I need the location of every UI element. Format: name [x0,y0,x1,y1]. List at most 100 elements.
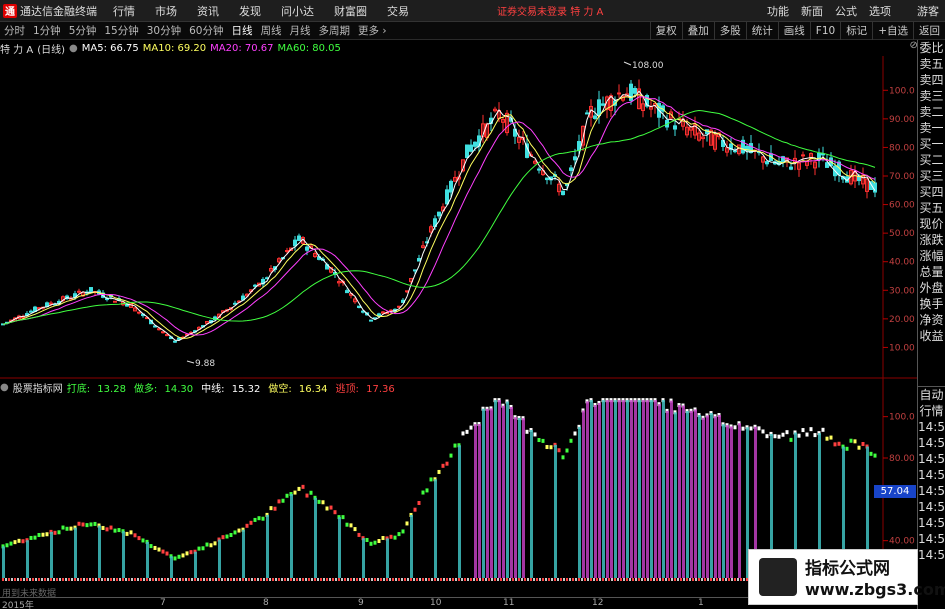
baseline-dot [551,578,553,581]
candle-body [673,125,677,130]
indicator-settings-icon[interactable]: ● [0,382,9,393]
candle-body [821,153,825,156]
ind-bar [626,400,629,578]
baseline-dot [200,578,202,581]
quote-row-label: 买二 [919,153,944,167]
quote-row-label: 换手 [919,297,944,311]
candle-body [165,334,169,337]
quote-row-label: 买一 [919,137,944,151]
ind-bar [194,551,197,578]
baseline-dot [497,578,499,581]
ind-dot [225,534,229,539]
ind-dot [445,461,449,466]
baseline-dot [89,578,91,581]
baseline-dot [566,578,568,581]
ind-dot [393,535,397,540]
baseline-dot [512,578,514,581]
baseline-dot [665,578,667,581]
baseline-dot [110,578,112,581]
baseline-dot [455,578,457,581]
baseline-dot [194,578,196,581]
baseline-dot [365,578,367,581]
baseline-dot [602,578,604,581]
ind-dot [809,427,813,432]
candle-body [593,115,597,119]
ind-dot [453,443,457,448]
ind-bar [606,400,609,578]
baseline-dot [197,578,199,581]
baseline-dot [704,578,706,581]
high-pointer [623,61,632,66]
ind-bar [458,445,461,578]
ind-dot [765,434,769,439]
baseline-dot [227,578,229,581]
ma20-label: MA20: 70.67 [210,42,274,54]
baseline-dot [137,578,139,581]
baseline-dot [107,578,109,581]
baseline-dot [65,578,67,581]
baseline-dot [488,578,490,581]
date-tick: 10 [430,598,442,608]
ind-bar [706,415,709,578]
ind-bar [722,424,725,578]
baseline-dot [71,578,73,581]
candle-body [465,144,469,159]
baseline-dot [143,578,145,581]
ind-dot [113,528,117,533]
tick-row-label: 14:50 [918,500,945,514]
baseline-dot [116,578,118,581]
ind-mid-value: 15.32 [231,383,261,395]
baseline-dot [575,578,577,581]
baseline-dot [629,578,631,581]
candle-body [573,156,577,161]
ind-dot [773,434,777,439]
ind-dot [329,505,333,510]
ind-dot [21,539,25,544]
baseline-dot [320,578,322,581]
settings-dot-icon[interactable]: ● [69,43,78,54]
ind-dot [777,434,781,439]
chart-canvas[interactable]: 100.0 90.00 80.00 70.00 60.00 50.00 40.00 30.00… [0,0,945,609]
baseline-dot [113,578,115,581]
baseline-dot [422,578,424,581]
baseline-dot [416,578,418,581]
baseline-dot [344,578,346,581]
ind-dot [825,436,829,441]
baseline-dot [380,578,382,581]
ind-dot [845,446,849,451]
quote-row-label: 买五 [919,201,944,215]
ind-dot [789,437,793,442]
baseline-dot [737,578,739,581]
baseline-dot [485,578,487,581]
price-label: 40.00 [889,258,915,268]
ind-bar [26,540,29,578]
baseline-dot [299,578,301,581]
ind-bar [502,405,505,578]
ind-bar [490,408,493,578]
ind-dot [105,527,109,532]
ind-bar [266,514,269,578]
baseline-dot [590,578,592,581]
ind-long-value: 14.30 [164,383,194,395]
current-indicator-value: 57.04 [874,485,916,498]
ind-bar [486,408,489,578]
ind-dot [805,432,809,437]
baseline-dot [23,578,25,581]
ind-dot [33,535,37,540]
ind-dot [757,426,761,431]
ma5-label: MA5: 66.75 [81,42,139,54]
candle-body [413,269,417,272]
ind-dot [305,493,309,498]
candle-body [437,211,441,217]
ind-dot [573,431,577,436]
ind-dot [209,543,213,548]
baseline-dot [638,578,640,581]
quote-row-label: 卖二 [919,105,944,119]
baseline-dot [359,578,361,581]
watermark-title: 指标公式网 [805,559,890,579]
ind-dot [869,451,873,456]
ind-top-value: 17.36 [366,383,395,395]
ind-bar [386,538,389,578]
candle-body [405,290,409,293]
ind-dot [761,429,765,434]
